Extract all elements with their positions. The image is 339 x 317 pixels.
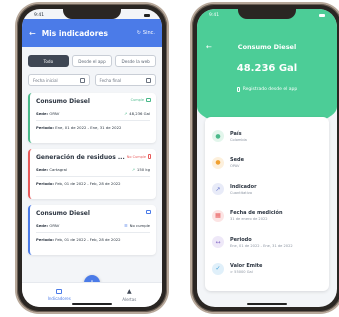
indicator-detail-screen: ← Consumo Diesel 48.236 Gal Registrado d… (197, 9, 337, 307)
tab-todo[interactable]: Todo (28, 55, 69, 67)
detail-card: ● País Colombia ● Sede OPAV ↗ Indicador Cua… (205, 117, 329, 291)
detail-source: Registrado desde el app (197, 87, 337, 92)
indicator-card[interactable]: Generación de residuos ... No Cumple Sed… (28, 149, 156, 199)
nav-alertas[interactable]: ▲ Alertas (122, 288, 136, 302)
status-badge: No Cumple (127, 154, 151, 159)
trend-icon: ↗ (123, 111, 128, 116)
end-date-field[interactable]: Fecha final (94, 74, 156, 86)
tab-desde-web[interactable]: Desde la web (115, 55, 157, 67)
status-time: 9:41 (209, 12, 220, 18)
indicator-card[interactable]: Consumo Diesel Cumple Sede: OPAV ↗ 48,236… (28, 93, 156, 143)
notch (238, 9, 296, 19)
calendar-icon (146, 77, 151, 83)
battery-icon (144, 13, 150, 17)
status-badge: Cumple (131, 98, 151, 102)
date-filters: Fecha inicial Fecha final (28, 74, 156, 86)
alert-icon: ▲ (126, 288, 132, 295)
indicators-screen: 9:41 ← Mis indicadores ↻ Sinc. Todo Desd… (22, 9, 162, 307)
range-icon: ↔ (212, 236, 224, 249)
detail-row-sede: ● Sede OPAV (212, 150, 322, 177)
phone-frame-left: 9:41 ← Mis indicadores ↻ Sinc. Todo Desd… (17, 4, 167, 312)
calendar-icon: ▦ (212, 209, 224, 222)
list-icon: ☰ (124, 223, 128, 228)
detail-title: Consumo Diesel (237, 43, 297, 51)
notch (63, 9, 121, 19)
nav-indicadores[interactable]: Indicadores (48, 289, 71, 301)
indicator-card[interactable]: Consumo Diesel Sede: OPAV ☰ No cumple Per… (28, 205, 156, 255)
battery-icon (319, 13, 325, 17)
pin-icon: ● (212, 156, 224, 169)
sync-icon: ↻ (136, 30, 141, 36)
detail-row-fecha: ▦ Fecha de medición 31 de enero de 2022 (212, 203, 322, 230)
detail-header: ← Consumo Diesel 48.236 Gal Registrado d… (197, 9, 337, 129)
page-title: Mis indicadores (41, 28, 108, 38)
detail-row-valor: ✓ Valor Emite > 55000 Gal (212, 256, 322, 283)
home-indicator (72, 303, 112, 305)
start-date-field[interactable]: Fecha inicial (28, 74, 90, 86)
app-bar: ← Mis indicadores ↻ Sinc. (22, 19, 162, 47)
globe-icon: ● (212, 130, 224, 143)
filter-tabs: Todo Desde el app Desde la web (28, 55, 157, 67)
sync-button[interactable]: ↻ Sinc. (137, 30, 155, 36)
tab-desde-app[interactable]: Desde el app (71, 55, 113, 67)
detail-value: 48.236 Gal (236, 63, 298, 74)
status-time: 9:41 (34, 12, 45, 18)
back-arrow-icon[interactable]: ← (29, 29, 36, 38)
phone-icon (148, 154, 151, 159)
indicators-icon (56, 289, 63, 294)
indicator-list: Consumo Diesel Cumple Sede: OPAV ↗ 48,236… (28, 93, 156, 261)
detail-row-periodo: ↔ Periodo Ene, 01 de 2022 - Ene, 31 de 20… (212, 229, 322, 256)
detail-row-pais: ● País Colombia (212, 123, 322, 150)
detail-row-indicador: ↗ Indicador Cuantitativo (212, 176, 322, 203)
home-indicator (247, 303, 287, 305)
trend-icon: ↗ (212, 183, 224, 196)
phone-icon (236, 87, 240, 92)
trend-icon: ↗ (131, 167, 135, 172)
card-title: Consumo Diesel (36, 210, 90, 217)
monitor-icon (146, 210, 151, 214)
check-icon: ✓ (212, 262, 224, 275)
status-badge (146, 210, 151, 214)
calendar-icon (79, 77, 85, 83)
phone-frame-right: ← Consumo Diesel 48.236 Gal Registrado d… (192, 4, 339, 312)
monitor-icon (146, 98, 151, 102)
